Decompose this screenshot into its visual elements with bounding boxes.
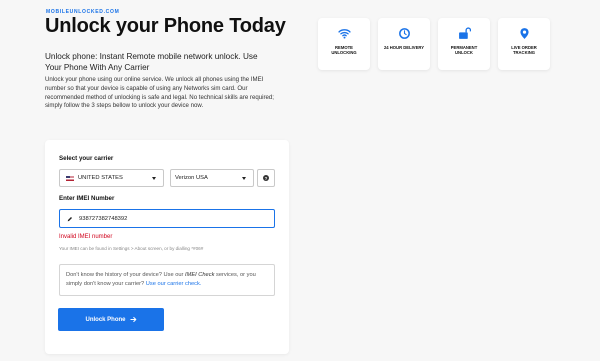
feature-label: LIVE ORDER TRACKING [511, 45, 537, 56]
page-subtitle: Unlock phone: Instant Remote mobile netw… [45, 52, 258, 72]
pencil-icon [67, 216, 72, 221]
country-select[interactable]: UNITED STATES [59, 169, 164, 187]
imei-input[interactable] [79, 215, 259, 222]
carrier-check-link[interactable]: Use our carrier check. [146, 281, 202, 287]
unlock-form-card: Select your carrier UNITED STATES Verizo… [45, 140, 289, 354]
us-flag-icon [66, 175, 74, 181]
page-title: Unlock your Phone Today [45, 15, 286, 37]
info-text: Don't know the history of your device? U… [66, 272, 186, 278]
feature-permanent-unlock: PERMANENT UNLOCK [438, 18, 490, 70]
feature-label: PERMANENT UNLOCK [450, 45, 478, 56]
imei-hint: Your IMEI can be found in Settings > Abo… [59, 246, 204, 251]
imei-label: Enter IMEI Number [59, 195, 115, 202]
imei-check-link[interactable]: IMEI Check [185, 272, 214, 278]
country-select-value: UNITED STATES [78, 175, 123, 181]
feature-label: 24 HOUR DELIVERY [383, 45, 425, 50]
features-row: REMOTE UNLOCKING 24 HOUR DELIVERY PERMAN… [318, 18, 550, 70]
imei-error: Invalid IMEI number [59, 234, 113, 240]
carrier-help-button[interactable]: ? [257, 169, 275, 187]
arrow-right-icon [129, 316, 136, 323]
chevron-down-icon [152, 177, 156, 180]
carrier-label: Select your carrier [59, 155, 114, 162]
feature-label: REMOTE UNLOCKING [331, 45, 357, 56]
location-pin-icon [519, 28, 529, 39]
feature-remote-unlocking: REMOTE UNLOCKING [318, 18, 370, 70]
feature-24-hour-delivery: 24 HOUR DELIVERY [378, 18, 430, 70]
chevron-down-icon [242, 177, 246, 180]
wifi-icon [337, 29, 351, 39]
page-description: Unlock your phone using our online servi… [45, 76, 274, 110]
question-icon: ? [263, 175, 269, 181]
carrier-select[interactable]: Verizon USA [170, 169, 254, 187]
imei-field[interactable] [59, 209, 275, 228]
clock-icon [398, 28, 410, 39]
unlock-icon [458, 27, 471, 39]
unlock-button-label: Unlock Phone [85, 316, 126, 323]
feature-live-order-tracking: LIVE ORDER TRACKING [498, 18, 550, 70]
unlock-phone-button[interactable]: Unlock Phone [58, 308, 164, 331]
info-box: Don't know the history of your device? U… [59, 264, 275, 296]
carrier-select-value: Verizon USA [175, 175, 208, 181]
